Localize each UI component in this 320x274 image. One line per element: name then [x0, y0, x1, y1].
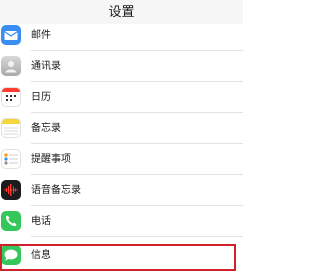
settings-item-label: 日历 — [31, 92, 51, 103]
row-divider — [31, 236, 243, 237]
settings-item-calendar[interactable]: 日历 — [0, 82, 243, 113]
settings-item-phone[interactable]: 电话 — [0, 206, 243, 237]
settings-item-label: 通讯录 — [31, 61, 61, 72]
settings-list[interactable]: 邮件 通讯录 日历 备忘录 提醒事项 语音备忘录 电话 信息 — [0, 24, 243, 274]
settings-item-label: 邮件 — [31, 30, 51, 41]
calendar-icon — [1, 87, 21, 107]
phone-icon — [1, 211, 21, 231]
mail-icon — [1, 25, 21, 45]
settings-item-label: 电话 — [31, 216, 51, 227]
settings-item-reminders[interactable]: 提醒事项 — [0, 144, 243, 175]
settings-item-label: 提醒事项 — [31, 154, 71, 165]
reminders-icon — [1, 149, 21, 169]
notes-icon — [1, 118, 21, 138]
settings-item-label: 语音备忘录 — [31, 185, 81, 196]
highlight-box — [0, 244, 236, 271]
contacts-icon — [1, 56, 21, 76]
settings-item-contacts[interactable]: 通讯录 — [0, 51, 243, 82]
settings-item-label: 备忘录 — [31, 123, 61, 134]
settings-item-notes[interactable]: 备忘录 — [0, 113, 243, 144]
voice-memos-icon — [1, 180, 21, 200]
settings-item-voice-memos[interactable]: 语音备忘录 — [0, 175, 243, 206]
settings-item-mail[interactable]: 邮件 — [0, 20, 243, 51]
